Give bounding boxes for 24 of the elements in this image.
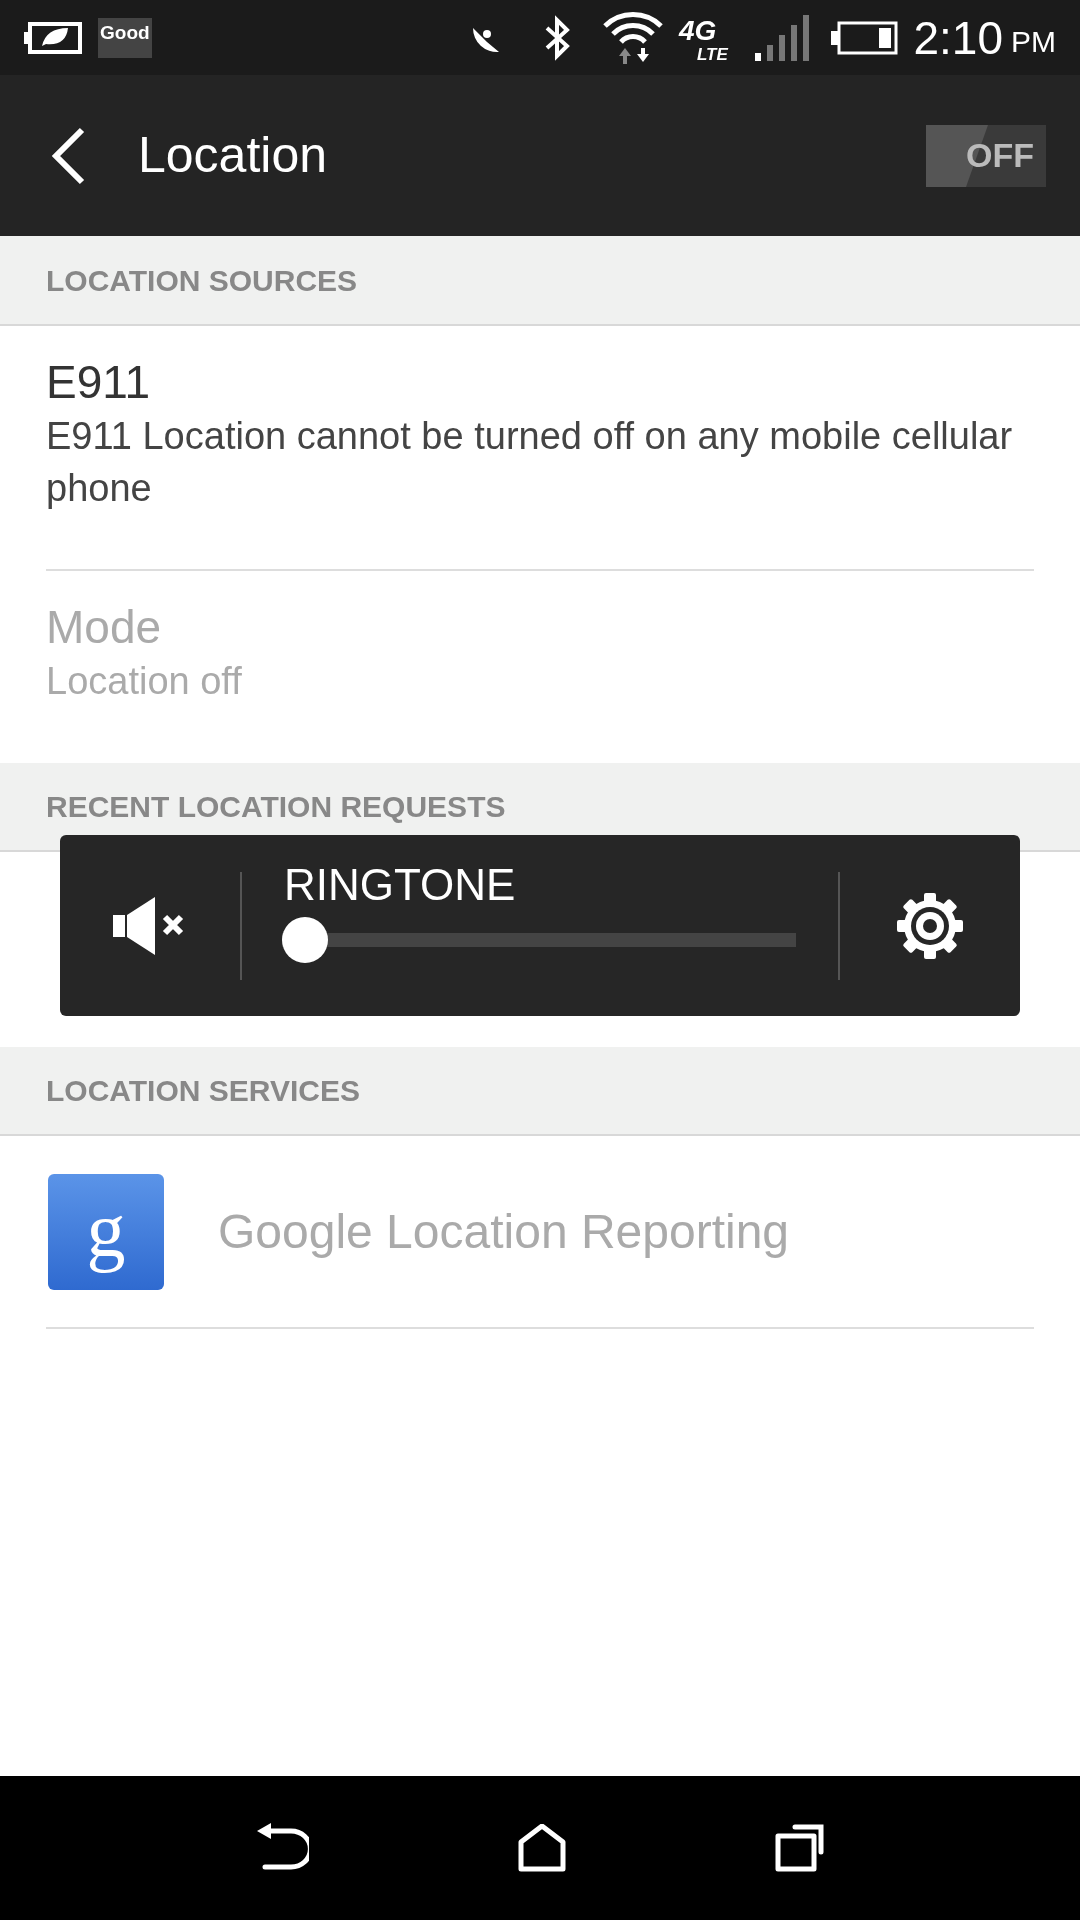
clock-ampm: PM [1011, 26, 1056, 57]
item-subtitle: E911 Location cannot be turned off on any mobile cellular phone [46, 414, 1014, 511]
location-switch[interactable]: OFF [926, 124, 1046, 187]
recent-apps-icon[interactable] [775, 1824, 826, 1872]
item-title: E911 [46, 355, 152, 410]
item-subtitle: Location off [46, 659, 243, 704]
volume-slider[interactable] [282, 917, 796, 963]
google-app-icon: g [46, 1171, 166, 1292]
battery-saver-icon [24, 19, 84, 56]
app-badge: Good [98, 17, 152, 58]
settings-icon[interactable] [895, 890, 965, 961]
settings-item[interactable]: E911 E911 Location cannot be turned off on any mobile cellular phone [46, 326, 1034, 571]
section-header: LOCATION SOURCES [0, 236, 1080, 326]
signal-icon [755, 14, 812, 61]
lte-icon: 4G LTE [677, 11, 740, 64]
item-title: Google Location Reporting [218, 1203, 790, 1260]
volume-slider-thumb[interactable] [282, 917, 328, 963]
section-header: LOCATION SERVICES [0, 1047, 1080, 1136]
home-icon[interactable] [518, 1824, 566, 1872]
clock-time: 2:10 [913, 14, 1003, 61]
battery-icon [831, 19, 900, 56]
volume-label: RINGTONE [284, 859, 517, 911]
item-title: Mode [46, 600, 163, 655]
toolbar-title: Location [138, 126, 328, 185]
